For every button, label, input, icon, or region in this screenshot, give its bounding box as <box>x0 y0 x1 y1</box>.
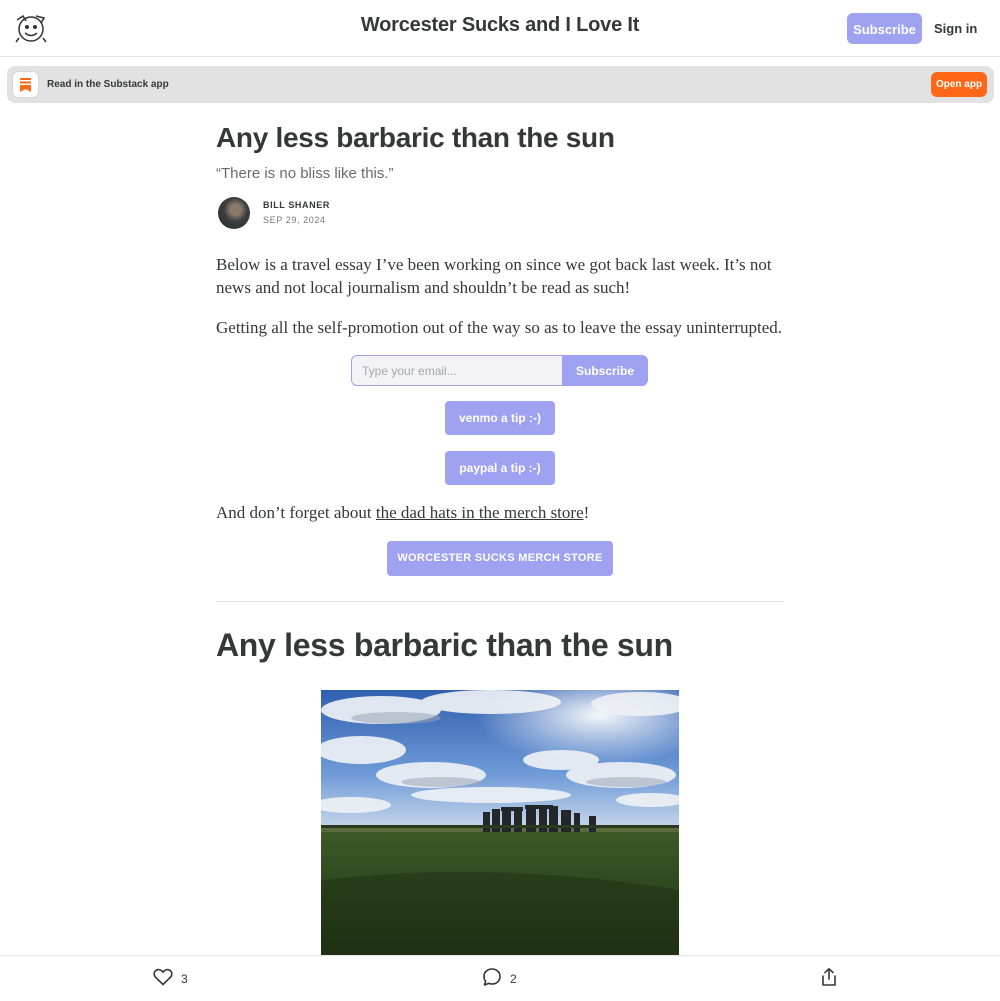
sign-in-link[interactable]: Sign in <box>934 13 977 44</box>
subscribe-button[interactable]: Subscribe <box>562 355 648 386</box>
app-banner[interactable]: Read in the Substack app Open app <box>7 66 994 103</box>
stonehenge-photo[interactable] <box>321 690 679 956</box>
merch-text-suffix: ! <box>583 503 590 522</box>
post-title: Any less barbaric than the sun <box>216 122 615 153</box>
venmo-tip-button[interactable]: venmo a tip :-) <box>445 401 555 435</box>
open-app-button[interactable]: Open app <box>931 72 987 97</box>
section-divider <box>216 601 784 602</box>
merch-store-link[interactable]: the dad hats in the merch store <box>376 503 584 522</box>
paragraph-intro: Below is a travel essay I’ve been workin… <box>216 255 772 297</box>
app-banner-text: Read in the Substack app <box>47 79 169 90</box>
share-icon <box>819 967 839 990</box>
merch-text-prefix: And don’t forget about <box>216 503 376 522</box>
comment-count: 2 <box>510 971 517 986</box>
substack-bookmark-icon <box>13 72 38 97</box>
heart-icon <box>153 968 173 989</box>
paypal-tip-button[interactable]: paypal a tip :-) <box>445 451 555 485</box>
like-count: 3 <box>181 971 188 986</box>
section-heading: Any less barbaric than the sun <box>216 627 673 663</box>
author-name[interactable]: BILL SHANER <box>263 200 330 210</box>
top-navigation-bar: Worcester Sucks and I Love It Subscribe … <box>0 0 1000 57</box>
comment-button[interactable]: 2 <box>482 956 517 1001</box>
author-avatar[interactable] <box>218 197 250 229</box>
share-button[interactable] <box>819 956 839 1001</box>
merch-store-button[interactable]: WORCESTER SUCKS MERCH STORE <box>387 541 613 576</box>
comment-bubble-icon <box>482 967 502 990</box>
header-subscribe-button[interactable]: Subscribe <box>847 13 922 44</box>
like-button[interactable]: 3 <box>153 956 188 1001</box>
post-subtitle: “There is no bliss like this.” <box>216 165 394 182</box>
paragraph-self-promotion: Getting all the self-promotion out of th… <box>216 318 783 337</box>
email-input[interactable] <box>351 355 563 386</box>
paragraph-merch: And don’t forget about the dad hats in t… <box>216 501 786 524</box>
post-date: SEP 29, 2024 <box>263 215 326 225</box>
post-action-bar: 3 2 <box>0 955 1000 1001</box>
